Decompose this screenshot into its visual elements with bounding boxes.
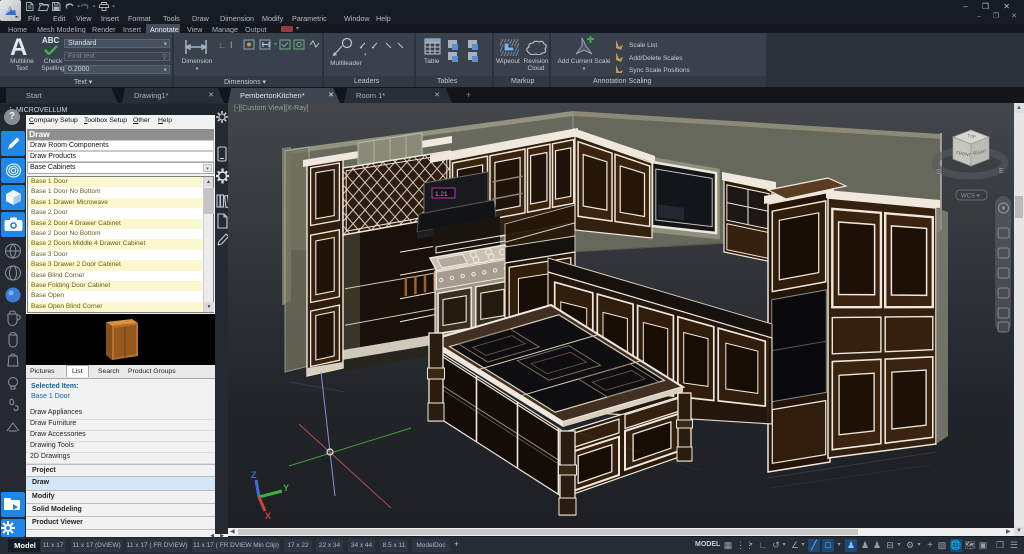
svg-text:E: E [999,168,1004,175]
svg-text:X: X [265,511,271,521]
svg-text:Z: Z [251,470,257,480]
svg-text:WCS ▾: WCS ▾ [961,194,980,200]
svg-text:S: S [936,169,941,176]
svg-text:∟: ∟ [218,40,227,50]
svg-text:I: I [230,40,233,50]
svg-text:1.21: 1.21 [435,191,448,198]
svg-text:▾: ▾ [364,52,367,58]
svg-text:Y: Y [283,483,289,493]
